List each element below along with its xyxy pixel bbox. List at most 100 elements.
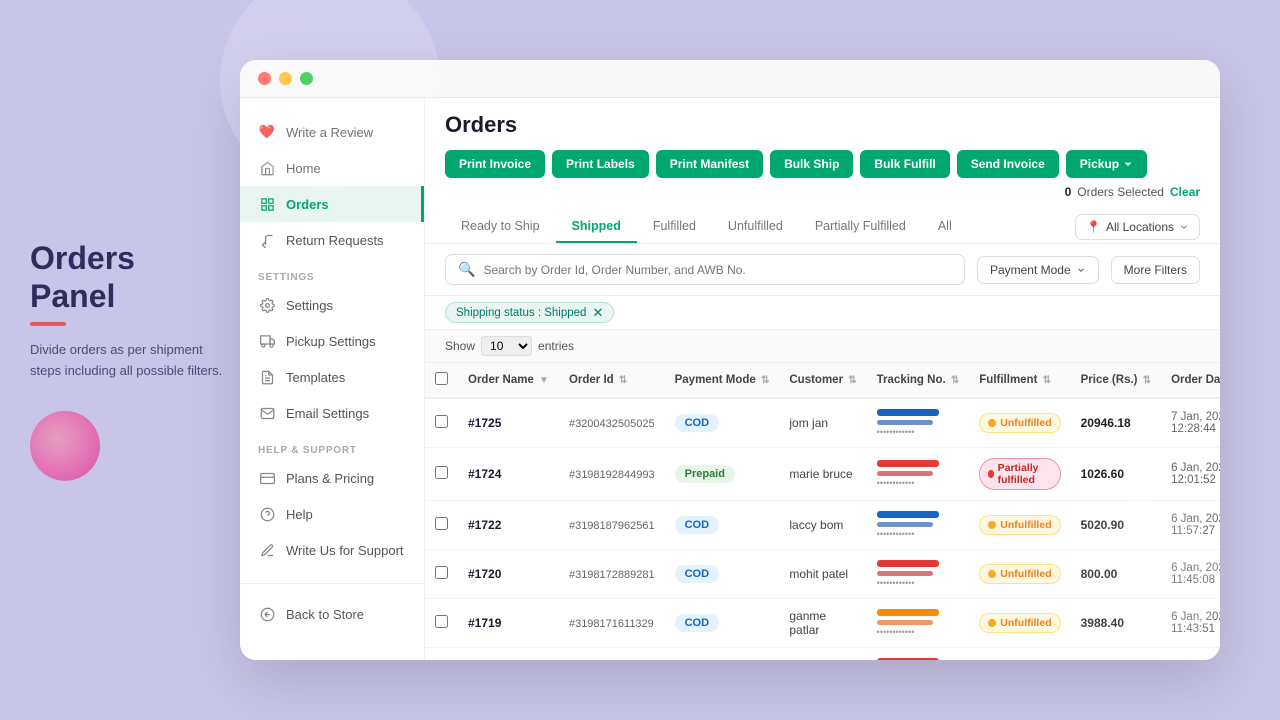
customer-cell: vay purohit: [779, 648, 866, 661]
order-id: #3198187962561: [569, 520, 655, 532]
show-label: Show: [445, 339, 475, 353]
bg-decoration-circle2: [1060, 500, 1220, 660]
tabs-row: Ready to Ship Shipped Fulfilled Unfulfil…: [445, 211, 1200, 243]
row-checkbox[interactable]: [435, 615, 448, 628]
fulfillment-dot: [988, 419, 996, 427]
tracking-bar-2: [877, 620, 933, 625]
fulfillment-badge: Unfulfilled: [979, 564, 1060, 584]
sort-icon: ⇅: [619, 375, 627, 386]
print-labels-button[interactable]: Print Labels: [552, 150, 649, 178]
payment-mode-label: Payment Mode: [990, 263, 1071, 277]
more-filters-button[interactable]: More Filters: [1111, 256, 1200, 284]
bulk-ship-button[interactable]: Bulk Ship: [770, 150, 853, 178]
sidebar-item-templates[interactable]: Templates: [240, 359, 424, 395]
price-cell: 1026.60: [1071, 448, 1161, 501]
remove-filter-button[interactable]: ✕: [592, 306, 603, 319]
pickup-button[interactable]: Pickup: [1066, 150, 1147, 178]
sidebar-item-return-requests[interactable]: Return Requests: [240, 222, 424, 258]
tracking-number: ••••••••••••: [877, 627, 960, 637]
sidebar-item-label: Orders: [286, 197, 329, 212]
active-filter-tag: Shipping status : Shipped ✕: [445, 302, 614, 323]
show-entries: Show 10 25 50 100 entries: [425, 330, 1220, 363]
templates-icon: [258, 368, 276, 386]
sidebar-item-orders[interactable]: Orders: [240, 186, 424, 222]
tab-all[interactable]: All: [922, 211, 968, 243]
tracking-cell: ••••••••••••: [867, 448, 970, 501]
active-filters: Shipping status : Shipped ✕: [425, 296, 1220, 330]
order-id: #3198192844993: [569, 469, 655, 481]
tab-ready-to-ship[interactable]: Ready to Ship: [445, 211, 556, 243]
orders-icon: [258, 195, 276, 213]
sidebar-item-back-to-store[interactable]: Back to Store: [240, 596, 424, 632]
sidebar-item-settings[interactable]: Settings: [240, 287, 424, 323]
print-manifest-button[interactable]: Print Manifest: [656, 150, 763, 178]
sidebar-item-email-settings[interactable]: Email Settings: [240, 395, 424, 431]
sort-icon: ⇅: [1143, 375, 1151, 386]
order-id-cell: #3198169678017: [559, 648, 665, 661]
tab-fulfilled[interactable]: Fulfilled: [637, 211, 712, 243]
customer-cell: marie bruce: [779, 448, 866, 501]
order-date: 6 Jan, 2021 12:01:52: [1171, 462, 1220, 486]
order-name-cell: #1725: [458, 398, 559, 448]
fulfillment-dot: [988, 521, 996, 529]
row-checkbox[interactable]: [435, 566, 448, 579]
support-icon: [258, 541, 276, 559]
tracking-info: ••••••••••••: [877, 560, 960, 588]
bulk-fulfill-button[interactable]: Bulk Fulfill: [860, 150, 949, 178]
order-date-cell: 7 Jan, 2021 12:28:44: [1161, 398, 1220, 448]
sidebar-item-label: Back to Store: [286, 607, 364, 622]
send-invoice-button[interactable]: Send Invoice: [957, 150, 1059, 178]
tracking-bar-1: [877, 560, 939, 567]
help-icon: [258, 505, 276, 523]
orders-header: Orders Print Invoice Print Labels Print …: [425, 98, 1220, 244]
location-dropdown[interactable]: 📍 All Locations: [1075, 214, 1200, 240]
row-checkbox[interactable]: [435, 466, 448, 479]
tab-partially-fulfilled[interactable]: Partially Fulfilled: [799, 211, 922, 243]
table-header: Order Name ▼ Order Id ⇅ Payment Mode ⇅: [425, 363, 1220, 398]
customer-name: ganme patlar: [789, 609, 826, 637]
title-underline: [30, 322, 66, 326]
back-icon: [258, 605, 276, 623]
settings-section-title: SETTINGS: [240, 258, 424, 287]
tracking-no-header: Tracking No. ⇅: [867, 363, 970, 398]
payment-mode-badge: COD: [675, 565, 719, 583]
sort-icon: ⇅: [1043, 375, 1051, 386]
customer-header: Customer ⇅: [779, 363, 866, 398]
tab-unfulfilled[interactable]: Unfulfilled: [712, 211, 799, 243]
order-id: #3198172889281: [569, 569, 655, 581]
sidebar-item-pickup-settings[interactable]: Pickup Settings: [240, 323, 424, 359]
search-input[interactable]: [483, 263, 952, 277]
row-checkbox[interactable]: [435, 415, 448, 428]
customer-cell: ganme patlar: [779, 599, 866, 648]
sort-icon: ⇅: [848, 375, 856, 386]
select-all-checkbox[interactable]: [435, 372, 448, 385]
entries-select[interactable]: 10 25 50 100: [481, 336, 532, 356]
tracking-bar-2: [877, 522, 933, 527]
row-checkbox[interactable]: [435, 517, 448, 530]
order-id: #3198171611329: [569, 618, 654, 630]
toolbar: Print Invoice Print Labels Print Manifes…: [445, 150, 1200, 199]
sidebar-item-help[interactable]: Help: [240, 496, 424, 532]
price-value: 20946.18: [1081, 416, 1131, 430]
tracking-info: ••••••••••••: [877, 609, 960, 637]
clear-selection-link[interactable]: Clear: [1170, 185, 1200, 199]
print-invoice-button[interactable]: Print Invoice: [445, 150, 545, 178]
fulfillment-cell: Unfulfilled: [969, 648, 1070, 661]
order-name: #1724: [468, 467, 501, 481]
tracking-number: ••••••••••••: [877, 427, 960, 437]
table-row: #1725 #3200432505025 COD jom jan •••••••…: [425, 398, 1220, 448]
tracking-bar-1: [877, 658, 939, 660]
order-name-cell: #1718: [458, 648, 559, 661]
order-id-cell: #3200432505025: [559, 398, 665, 448]
pink-blob-decoration: [30, 411, 100, 481]
sidebar-item-label: Plans & Pricing: [286, 471, 374, 486]
payment-mode-filter[interactable]: Payment Mode: [977, 256, 1099, 284]
sidebar-item-plans[interactable]: Plans & Pricing: [240, 460, 424, 496]
sidebar-item-write-support[interactable]: Write Us for Support: [240, 532, 424, 568]
tab-shipped[interactable]: Shipped: [556, 211, 637, 243]
fulfillment-dot: [988, 470, 993, 478]
entries-label: entries: [538, 339, 574, 353]
tracking-cell: ••••••••••••: [867, 501, 970, 550]
tracking-bar-2: [877, 420, 933, 425]
fulfillment-dot: [988, 570, 996, 578]
